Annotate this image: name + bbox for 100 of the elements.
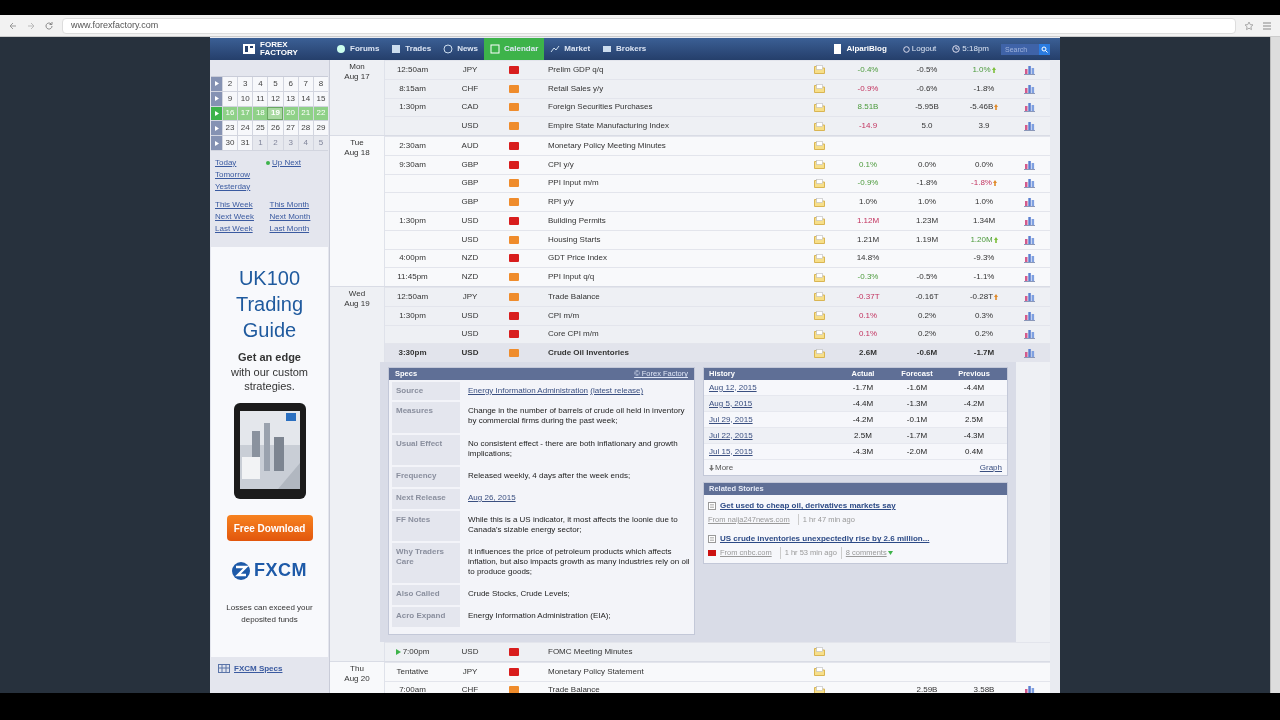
event-name[interactable]: Prelim GDP q/q [548,63,604,76]
event-name[interactable]: Foreign Securities Purchases [548,101,653,114]
bar-chart-icon[interactable] [1023,329,1035,340]
folder-icon[interactable] [813,253,825,263]
folder-icon[interactable] [813,160,825,170]
folder-icon[interactable] [813,65,825,75]
address-bar[interactable]: www.forexfactory.com [62,17,1236,34]
release-link[interactable]: (latest release) [590,386,644,395]
event-name[interactable]: Retail Sales y/y [548,82,604,95]
event-name[interactable]: PPI Input m/m [548,177,599,190]
bar-chart-icon[interactable] [1023,197,1035,208]
bar-chart-icon[interactable] [1023,272,1035,283]
nav-tab[interactable]: Trades [385,38,438,60]
folder-icon[interactable] [813,272,825,282]
folder-icon[interactable] [813,348,825,358]
period-link[interactable]: Next Week [215,211,270,223]
nav-tab[interactable]: Market [544,38,597,60]
period-link[interactable]: Next Month [269,211,324,223]
logout-link[interactable]: Logout [894,43,945,55]
star-icon[interactable] [1244,20,1254,31]
up-next-link[interactable]: Up Next [272,157,301,169]
more-link[interactable]: More [709,461,734,474]
event-name[interactable]: Empire State Manufacturing Index [548,120,669,133]
back-icon[interactable] [8,20,18,31]
nav-tab[interactable]: Forums [330,38,386,60]
story-link[interactable]: US crude inventories unexpectedly rise by 2.6 million... [720,533,930,546]
bar-chart-icon[interactable] [1023,83,1035,94]
period-link[interactable]: Last Week [215,223,270,235]
calendar-day[interactable]: 26 [267,121,283,136]
event-name[interactable]: GDT Price Index [548,252,607,265]
history-date-link[interactable]: Jul 22, 2015 [709,429,838,442]
history-date-link[interactable]: Aug 12, 2015 [709,381,838,394]
bar-chart-icon[interactable] [1023,234,1035,245]
history-date-link[interactable]: Aug 5, 2015 [709,397,838,410]
date-link[interactable]: Today [215,157,265,169]
source-link[interactable]: Energy Information Administration [468,386,589,395]
nav-tab[interactable]: Brokers [596,38,653,60]
event-name[interactable]: Housing Starts [548,233,601,246]
history-date-link[interactable]: Jul 15, 2015 [709,445,838,458]
bar-chart-icon[interactable] [1023,348,1035,359]
calendar-day[interactable]: 24 [237,121,253,136]
bar-chart-icon[interactable] [1023,685,1035,693]
folder-icon[interactable] [813,121,825,131]
folder-icon[interactable] [813,685,825,693]
folder-icon[interactable] [813,197,825,207]
bar-chart-icon[interactable] [1023,64,1035,75]
calendar-day[interactable]: 30 [222,136,238,150]
folder-icon[interactable] [813,178,825,188]
release-date-link[interactable]: Aug 26, 2015 [468,493,516,502]
graph-link[interactable]: Graph [979,461,1002,474]
caret-icon[interactable] [887,550,893,555]
folder-icon[interactable] [813,102,825,112]
event-name[interactable]: Monetary Policy Meeting Minutes [548,139,666,152]
calendar-day[interactable]: 3 [237,77,253,91]
reload-icon[interactable] [44,20,54,31]
forward-icon[interactable] [26,20,36,31]
scrollbar[interactable] [1270,37,1280,693]
menu-icon[interactable] [1262,20,1272,31]
calendar-day[interactable]: 31 [237,136,253,150]
bar-chart-icon[interactable] [1023,215,1035,226]
folder-icon[interactable] [813,329,825,339]
calendar-day[interactable]: 25 [252,121,268,136]
period-link[interactable]: This Month [269,199,324,211]
period-link[interactable]: This Week [215,199,270,211]
bar-chart-icon[interactable] [1023,121,1035,132]
search-button[interactable] [1039,43,1050,55]
period-link[interactable]: Last Month [269,223,324,235]
folder-icon[interactable] [813,84,825,94]
calendar-day[interactable]: 4 [252,77,268,91]
folder-icon[interactable] [813,216,825,226]
folder-icon[interactable] [813,292,825,302]
bar-chart-icon[interactable] [1023,178,1035,189]
event-name[interactable]: FOMC Meeting Minutes [548,645,633,658]
folder-icon[interactable] [813,141,825,151]
bar-chart-icon[interactable] [1023,159,1035,170]
bar-chart-icon[interactable] [1023,291,1035,302]
folder-icon[interactable] [813,311,825,321]
blog-link[interactable]: AlpariBlog [825,43,895,55]
event-name[interactable]: RPI y/y [548,196,574,209]
event-name[interactable]: Trade Balance [548,290,600,303]
event-name[interactable]: Trade Balance [548,684,600,693]
bar-chart-icon[interactable] [1023,310,1035,321]
calendar-day[interactable]: 2 [222,77,238,91]
date-link[interactable]: Yesterday [215,181,265,193]
bar-chart-icon[interactable] [1023,102,1035,113]
event-name[interactable]: CPI m/m [548,309,580,322]
event-name[interactable]: Monetary Policy Statement [548,665,644,678]
nav-tab[interactable]: News [437,38,485,60]
history-date-link[interactable]: Jul 29, 2015 [709,413,838,426]
folder-icon[interactable] [813,647,825,657]
calendar-day[interactable]: 23 [222,121,238,136]
bar-chart-icon[interactable] [1023,253,1035,264]
story-link[interactable]: Get used to cheap oil, derivatives markets say [720,500,896,512]
event-name[interactable]: Building Permits [548,214,606,227]
event-name[interactable]: PPI Input q/q [548,271,595,284]
specs-link[interactable]: FXCM Specs [234,663,283,675]
date-link[interactable]: Tomorrow [215,169,265,181]
event-name[interactable]: Core CPI m/m [548,328,599,341]
calendar-day[interactable]: 5 [267,77,283,91]
event-name[interactable]: Crude Oil Inventories [548,347,629,360]
